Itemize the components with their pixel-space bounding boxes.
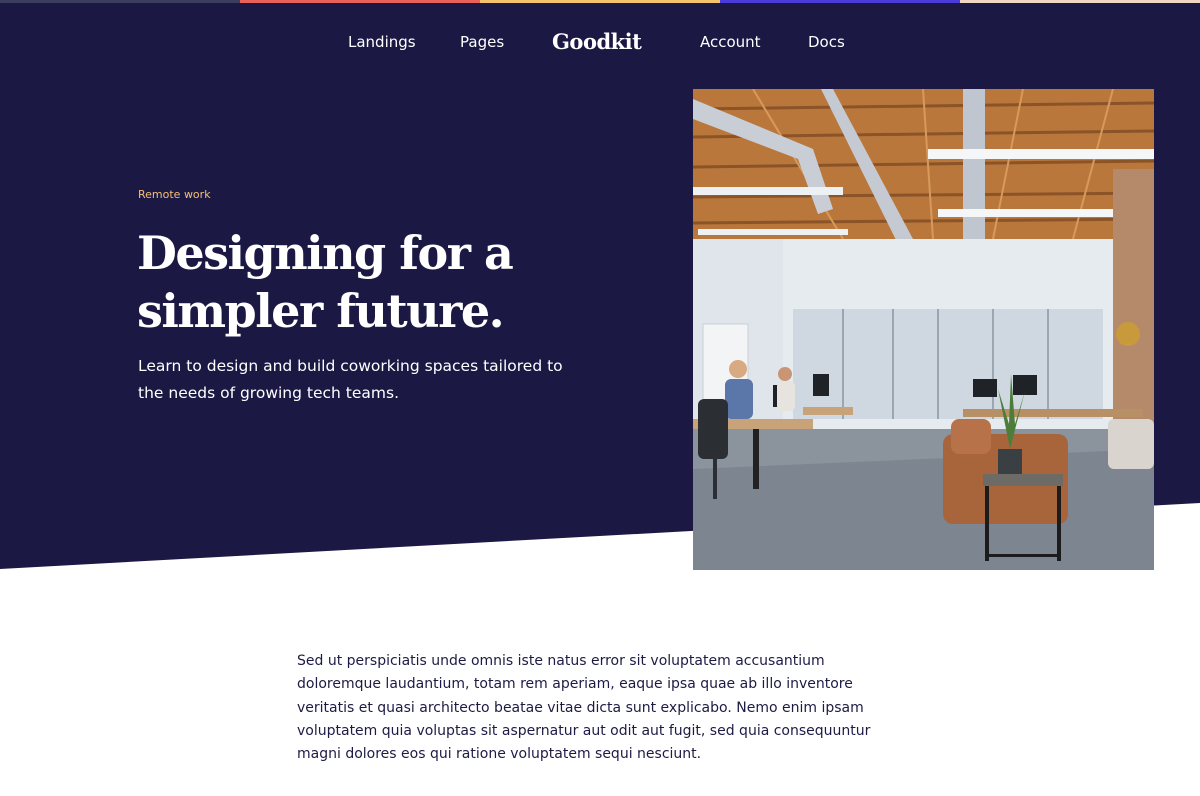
main-navigation: Landings Pages Goodkit Account Docs bbox=[0, 0, 1200, 88]
office-photo-illustration bbox=[693, 89, 1154, 570]
stripe-segment-3 bbox=[480, 0, 720, 3]
brand-logo[interactable]: Goodkit bbox=[552, 29, 642, 54]
hero-title-line-1: Designing for a bbox=[137, 226, 514, 280]
stripe-segment-4 bbox=[720, 0, 960, 3]
hero-eyebrow: Remote work bbox=[138, 188, 211, 201]
stripe-segment-1 bbox=[0, 0, 240, 3]
office-photo bbox=[693, 89, 1154, 570]
nav-item-pages[interactable]: Pages bbox=[460, 33, 504, 51]
hero-title: Designing for a simpler future. bbox=[137, 224, 657, 340]
top-color-stripe bbox=[0, 0, 1200, 3]
hero-subtitle: Learn to design and build coworking spac… bbox=[138, 357, 563, 402]
nav-item-landings[interactable]: Landings bbox=[348, 33, 416, 51]
nav-item-account[interactable]: Account bbox=[700, 33, 761, 51]
article-paragraph: Sed ut perspiciatis unde omnis iste natu… bbox=[297, 653, 871, 763]
stripe-segment-2 bbox=[240, 0, 480, 3]
stripe-segment-5 bbox=[960, 0, 1200, 3]
hero-title-line-2: simpler future. bbox=[137, 284, 505, 338]
nav-item-docs[interactable]: Docs bbox=[808, 33, 845, 51]
